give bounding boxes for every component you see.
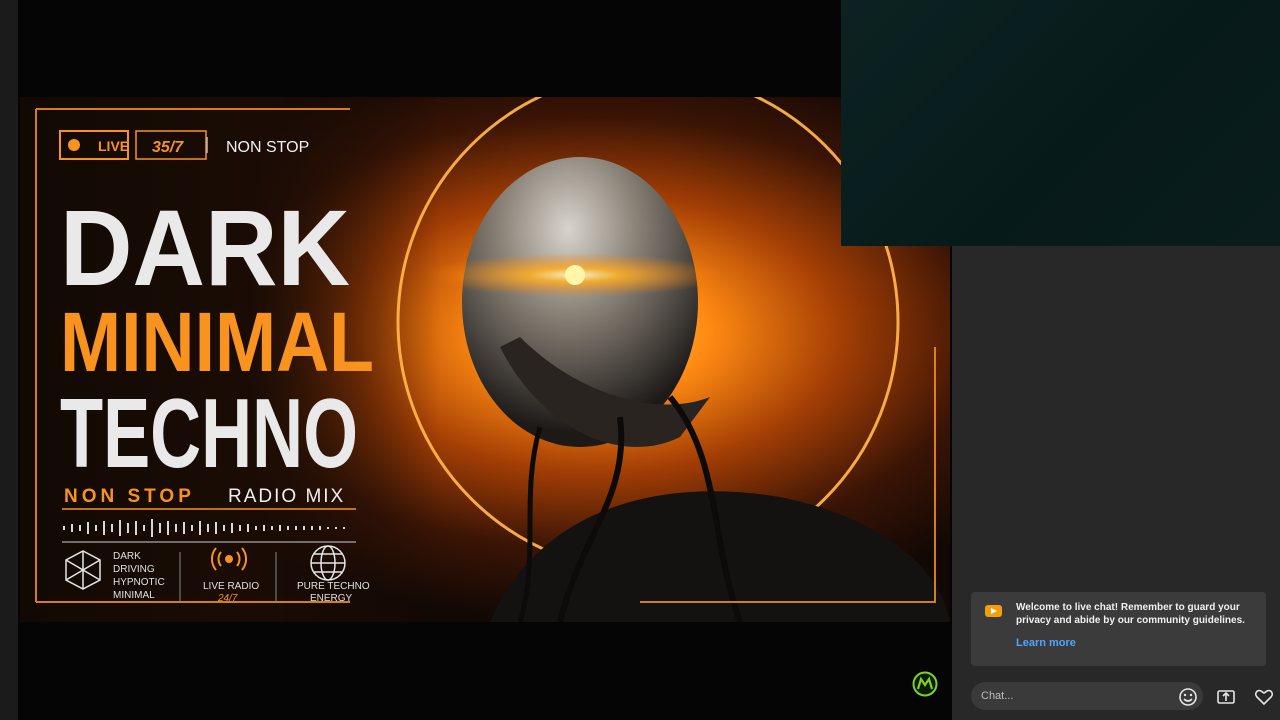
- feature-line: MINIMAL: [113, 590, 155, 601]
- hours-badge-text: 35/7: [152, 139, 184, 156]
- thumbnail-artwork: LIVE 35/7 NON STOP DARK MINIMAL TECHNO N…: [20, 97, 950, 622]
- chat-welcome-notice: Welcome to live chat! Remember to guard …: [971, 592, 1266, 666]
- left-edge-strip: [0, 0, 18, 720]
- youtube-icon: [985, 605, 1002, 617]
- feature-label-pure-techno: PURE TECHNO: [297, 581, 370, 592]
- header-tag: NON STOP: [226, 139, 309, 156]
- feature-line: DRIVING: [113, 564, 155, 575]
- overlay-panel: [841, 0, 1280, 246]
- title-line-1: DARK: [60, 187, 350, 308]
- video-player[interactable]: LIVE 35/7 NON STOP DARK MINIMAL TECHNO N…: [0, 0, 952, 720]
- feature-label-live-radio: LIVE RADIO: [203, 581, 259, 592]
- feature-sub-energy: ENERGY: [310, 593, 353, 604]
- chat-input[interactable]: [971, 682, 1203, 710]
- channel-logo-icon: [912, 671, 938, 697]
- live-dot-icon: [68, 139, 80, 151]
- title-line-3: TECHNO: [60, 378, 358, 488]
- live-badge-text: LIVE: [98, 138, 129, 154]
- super-chat-icon: [1217, 690, 1235, 704]
- feature-sub-24-7: 24/7: [217, 593, 238, 604]
- title-line-2: MINIMAL: [60, 295, 374, 389]
- emoji-icon: [1179, 688, 1197, 706]
- welcome-message: Welcome to live chat! Remember to guard …: [1016, 602, 1245, 626]
- heart-icon: [1254, 689, 1274, 706]
- emoji-button[interactable]: [1175, 684, 1201, 710]
- feature-line: HYPNOTIC: [113, 577, 165, 588]
- stream-thumbnail[interactable]: LIVE 35/7 NON STOP DARK MINIMAL TECHNO N…: [20, 97, 950, 622]
- heart-button[interactable]: [1251, 684, 1277, 710]
- learn-more-link[interactable]: Learn more: [1016, 637, 1076, 649]
- subtitle-rest: RADIO MIX: [228, 486, 345, 507]
- subtitle-accent: NON STOP: [64, 486, 195, 507]
- super-chat-button[interactable]: [1213, 684, 1239, 710]
- feature-line: DARK: [113, 551, 141, 562]
